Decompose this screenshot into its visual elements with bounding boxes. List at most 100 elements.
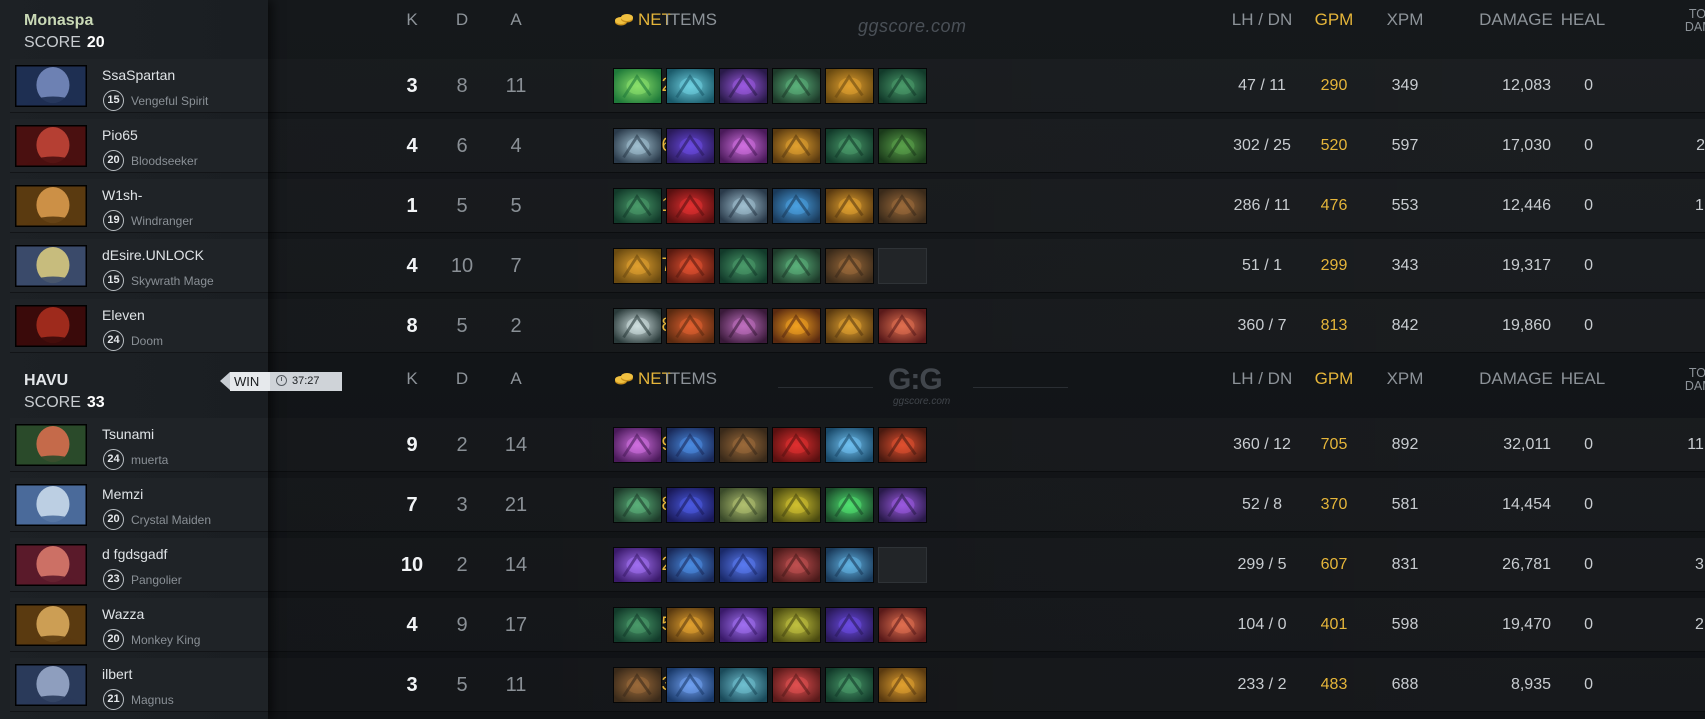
- player-card[interactable]: SsaSpartan 15 Vengeful Spirit: [10, 59, 268, 113]
- item-icon[interactable]: [878, 667, 927, 703]
- team-name[interactable]: Monaspa: [24, 12, 105, 30]
- item-icon[interactable]: [666, 487, 715, 523]
- item-icon[interactable]: [666, 547, 715, 583]
- player-card[interactable]: ilbert 21 Magnus: [10, 658, 268, 712]
- player-card[interactable]: Memzi 20 Crystal Maiden: [10, 478, 268, 532]
- item-icon[interactable]: [719, 188, 768, 224]
- hero-portrait[interactable]: [15, 664, 87, 706]
- table-row[interactable]: 85227,028360 / 781384219,86000: [268, 299, 1705, 353]
- item-icon[interactable]: [613, 128, 662, 164]
- item-icon[interactable]: [878, 128, 927, 164]
- item-icon[interactable]: [772, 128, 821, 164]
- item-icon[interactable]: [878, 308, 927, 344]
- item-icon[interactable]: [613, 487, 662, 523]
- header-xpm[interactable]: XPM: [1375, 10, 1435, 30]
- player-name[interactable]: Tsunami: [102, 426, 154, 442]
- table-row[interactable]: 351118,013233 / 24836888,93500: [268, 658, 1705, 712]
- item-icon[interactable]: [719, 607, 768, 643]
- player-name[interactable]: Wazza: [102, 606, 144, 622]
- player-name[interactable]: dEsire.UNLOCK: [102, 247, 204, 263]
- item-icon[interactable]: [772, 188, 821, 224]
- hero-portrait[interactable]: [15, 424, 87, 466]
- item-icon[interactable]: [825, 68, 874, 104]
- player-card[interactable]: dEsire.UNLOCK 15 Skywrath Mage: [10, 239, 268, 293]
- player-name[interactable]: d fgdsgadf: [102, 546, 167, 562]
- item-icon[interactable]: [772, 547, 821, 583]
- item-icon[interactable]: [825, 607, 874, 643]
- item-icon[interactable]: [719, 547, 768, 583]
- item-icon[interactable]: [666, 128, 715, 164]
- item-icon[interactable]: [666, 188, 715, 224]
- item-icon[interactable]: [666, 607, 715, 643]
- table-row[interactable]: 1021423,212299 / 560783126,78103,782: [268, 538, 1705, 592]
- item-icon[interactable]: [719, 427, 768, 463]
- player-name[interactable]: ilbert: [102, 666, 132, 682]
- item-icon[interactable]: [613, 68, 662, 104]
- header-k[interactable]: K: [392, 10, 432, 30]
- header-d[interactable]: D: [442, 369, 482, 389]
- item-icon[interactable]: [825, 248, 874, 284]
- header-a[interactable]: A: [496, 369, 536, 389]
- item-icon[interactable]: [719, 68, 768, 104]
- player-card[interactable]: Eleven 24 Doom: [10, 299, 268, 353]
- player-name[interactable]: Pio65: [102, 127, 138, 143]
- header-tower-damage[interactable]: TOWERDAMAGE: [1657, 367, 1705, 393]
- item-icon[interactable]: [666, 427, 715, 463]
- hero-portrait[interactable]: [15, 125, 87, 167]
- table-row[interactable]: 921427,309360 / 1270589232,011011,249: [268, 418, 1705, 472]
- table-row[interactable]: 15517,131286 / 1147655312,44601,069: [268, 179, 1705, 233]
- table-row[interactable]: 732114,34852 / 837058114,4540472: [268, 478, 1705, 532]
- item-icon[interactable]: [666, 68, 715, 104]
- item-icon[interactable]: [772, 68, 821, 104]
- empty-item-slot[interactable]: [878, 248, 927, 284]
- player-card[interactable]: d fgdsgadf 23 Pangolier: [10, 538, 268, 592]
- item-icon[interactable]: [878, 427, 927, 463]
- player-name[interactable]: W1sh-: [102, 187, 142, 203]
- item-icon[interactable]: [719, 128, 768, 164]
- item-icon[interactable]: [825, 188, 874, 224]
- player-card[interactable]: W1sh- 19 Windranger: [10, 179, 268, 233]
- item-icon[interactable]: [878, 607, 927, 643]
- item-icon[interactable]: [719, 667, 768, 703]
- item-icon[interactable]: [613, 607, 662, 643]
- item-icon[interactable]: [666, 667, 715, 703]
- table-row[interactable]: 381110,39247 / 1129034912,08300: [268, 59, 1705, 113]
- player-card[interactable]: Wazza 20 Monkey King: [10, 598, 268, 652]
- item-icon[interactable]: [878, 68, 927, 104]
- header-heal[interactable]: HEAL: [1553, 369, 1613, 389]
- empty-item-slot[interactable]: [878, 547, 927, 583]
- item-icon[interactable]: [825, 547, 874, 583]
- player-card[interactable]: Pio65 20 Bloodseeker: [10, 119, 268, 173]
- hero-portrait[interactable]: [15, 245, 87, 287]
- hero-portrait[interactable]: [15, 65, 87, 107]
- item-icon[interactable]: [772, 487, 821, 523]
- item-icon[interactable]: [825, 427, 874, 463]
- item-icon[interactable]: [772, 308, 821, 344]
- hero-portrait[interactable]: [15, 544, 87, 586]
- item-icon[interactable]: [825, 667, 874, 703]
- table-row[interactable]: 410712,58751 / 129934319,31700: [268, 239, 1705, 293]
- header-gpm[interactable]: GPM: [1304, 369, 1364, 389]
- item-icon[interactable]: [719, 248, 768, 284]
- item-icon[interactable]: [825, 128, 874, 164]
- item-icon[interactable]: [772, 427, 821, 463]
- item-icon[interactable]: [719, 487, 768, 523]
- item-icon[interactable]: [825, 308, 874, 344]
- header-d[interactable]: D: [442, 10, 482, 30]
- player-name[interactable]: Eleven: [102, 307, 145, 323]
- item-icon[interactable]: [613, 248, 662, 284]
- item-icon[interactable]: [613, 667, 662, 703]
- table-row[interactable]: 46419,706302 / 2552059717,03002,811: [268, 119, 1705, 173]
- item-icon[interactable]: [878, 188, 927, 224]
- player-name[interactable]: Memzi: [102, 486, 143, 502]
- item-icon[interactable]: [772, 607, 821, 643]
- header-k[interactable]: K: [392, 369, 432, 389]
- item-icon[interactable]: [613, 308, 662, 344]
- item-icon[interactable]: [878, 487, 927, 523]
- header-xpm[interactable]: XPM: [1375, 369, 1435, 389]
- item-icon[interactable]: [719, 308, 768, 344]
- player-card[interactable]: Tsunami 24 muerta: [10, 418, 268, 472]
- player-name[interactable]: SsaSpartan: [102, 67, 175, 83]
- team-name[interactable]: HAVU: [24, 372, 105, 390]
- item-icon[interactable]: [613, 427, 662, 463]
